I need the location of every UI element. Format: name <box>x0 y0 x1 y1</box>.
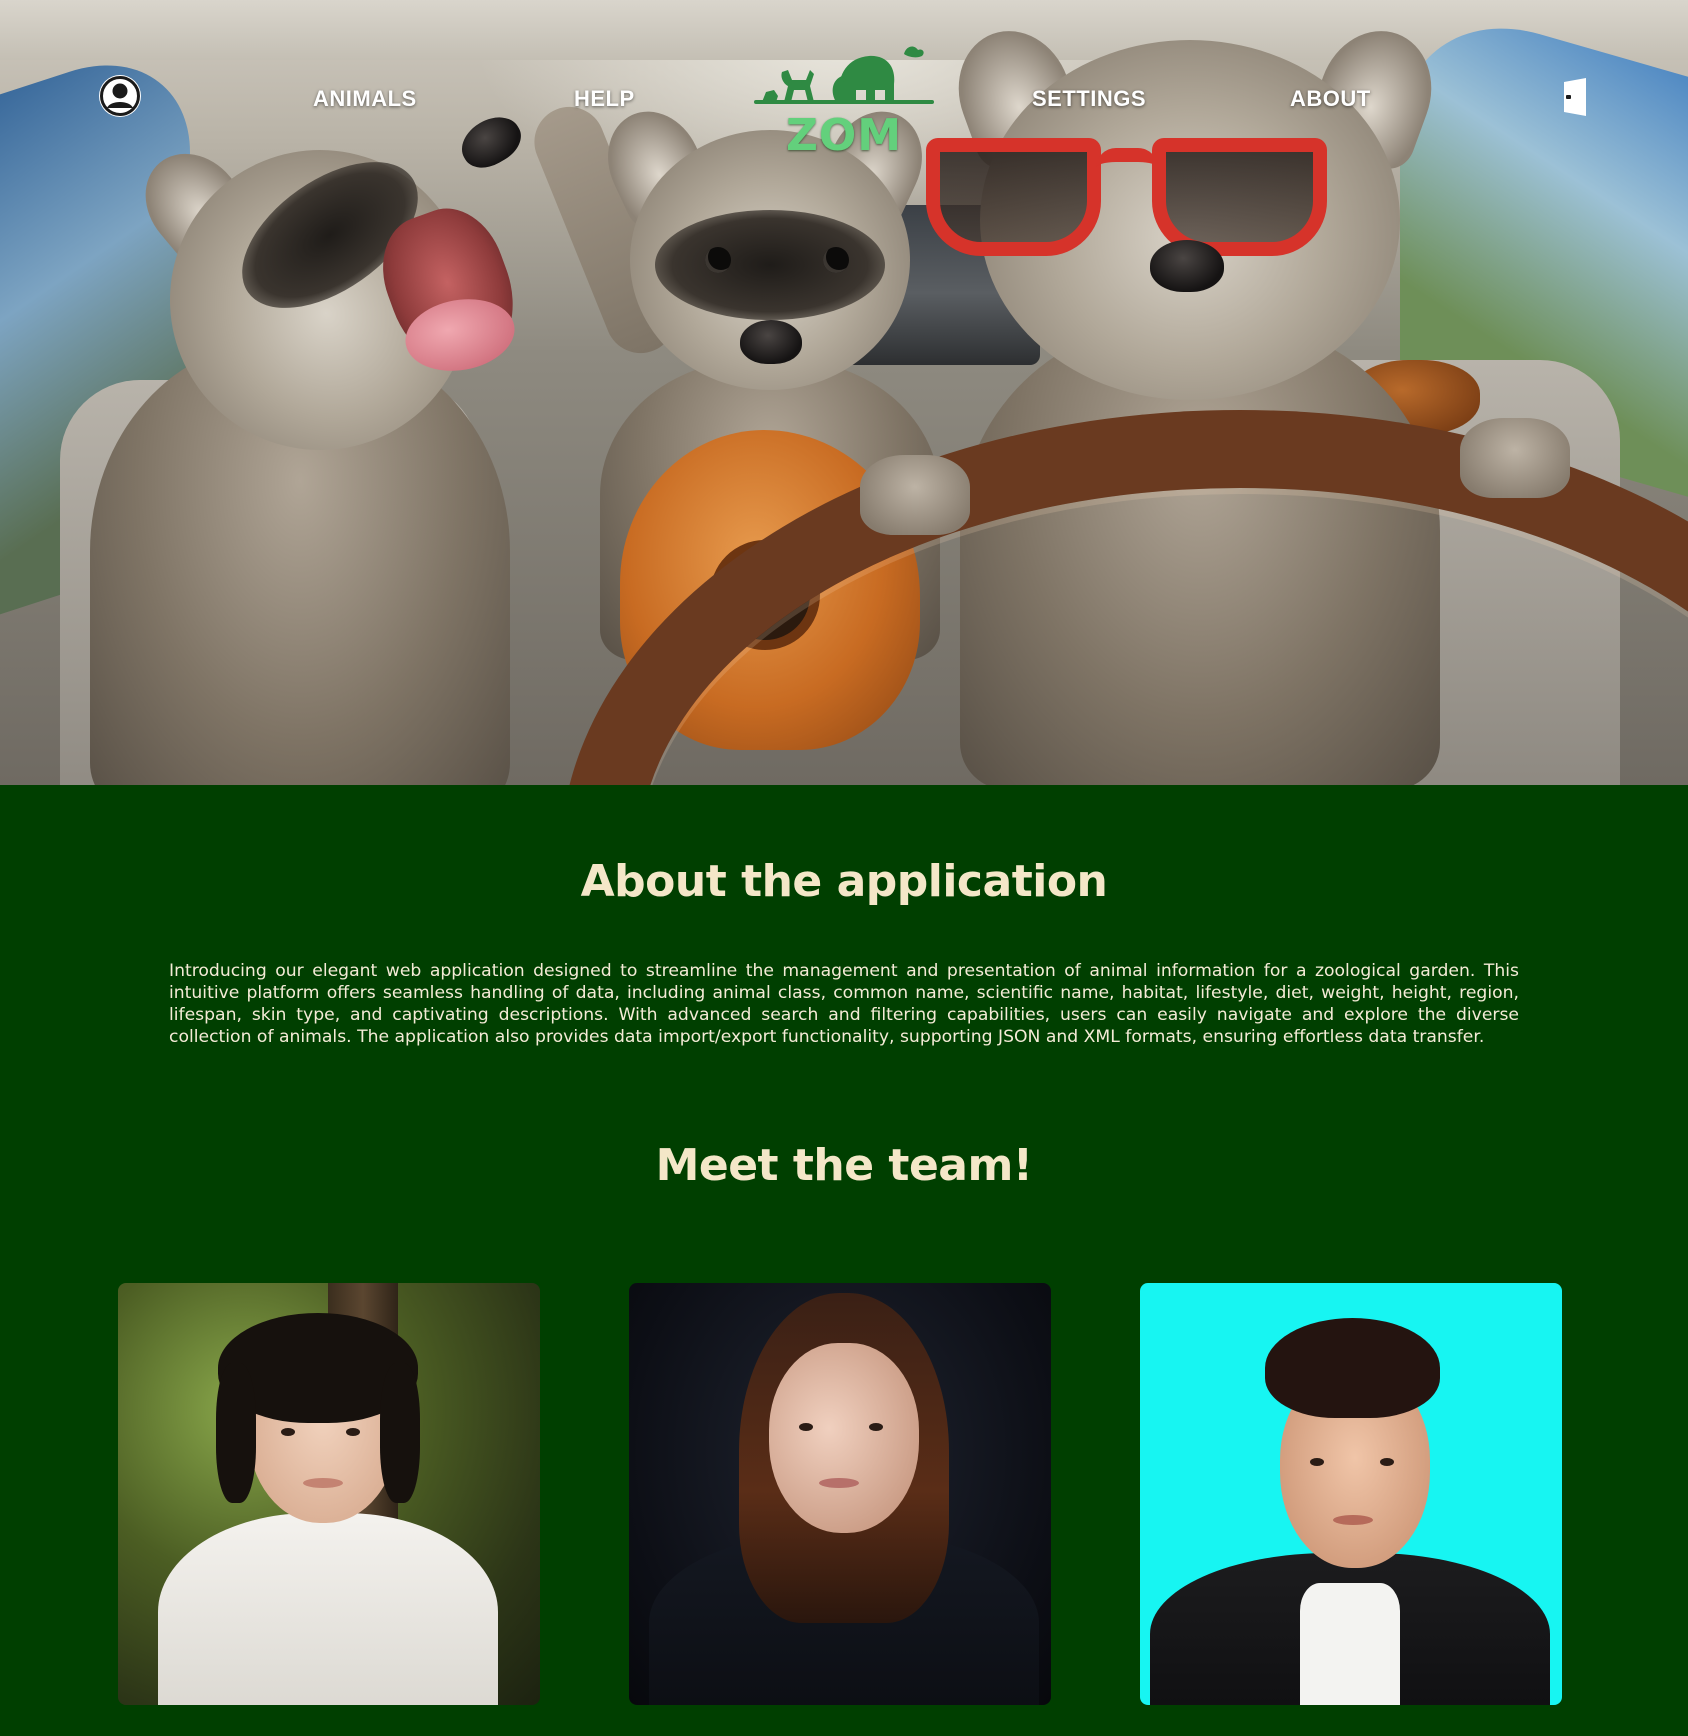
nav-help-link[interactable]: HELP <box>574 86 635 112</box>
user-icon[interactable] <box>99 75 141 117</box>
raccoon-paw-left <box>860 455 970 535</box>
about-description: Introducing our elegant web application … <box>169 961 1519 1047</box>
team-member-photo-2[interactable] <box>629 1283 1051 1705</box>
team-member-photo-1[interactable] <box>118 1283 540 1705</box>
nav-about-link[interactable]: ABOUT <box>1290 86 1371 112</box>
raccoon-paw-right <box>1460 418 1570 498</box>
logo-text: ZOM <box>785 110 903 161</box>
exit-door-icon[interactable] <box>1562 78 1588 116</box>
nav-settings-link[interactable]: SETTINGS <box>1032 86 1146 112</box>
red-sunglasses <box>926 130 1334 260</box>
animals-silhouette-icon <box>754 46 934 104</box>
team-member-photo-3[interactable] <box>1140 1283 1562 1705</box>
face <box>769 1343 919 1533</box>
nav-animals-link[interactable]: ANIMALS <box>313 86 417 112</box>
white-tshirt <box>1300 1583 1400 1705</box>
team-title: Meet the team! <box>655 1140 1033 1191</box>
about-title: About the application <box>580 856 1108 907</box>
white-shirt <box>158 1513 498 1705</box>
singing-raccoon <box>60 100 540 785</box>
zom-logo[interactable]: ZOM <box>744 40 944 165</box>
curly-hair <box>1265 1318 1440 1418</box>
